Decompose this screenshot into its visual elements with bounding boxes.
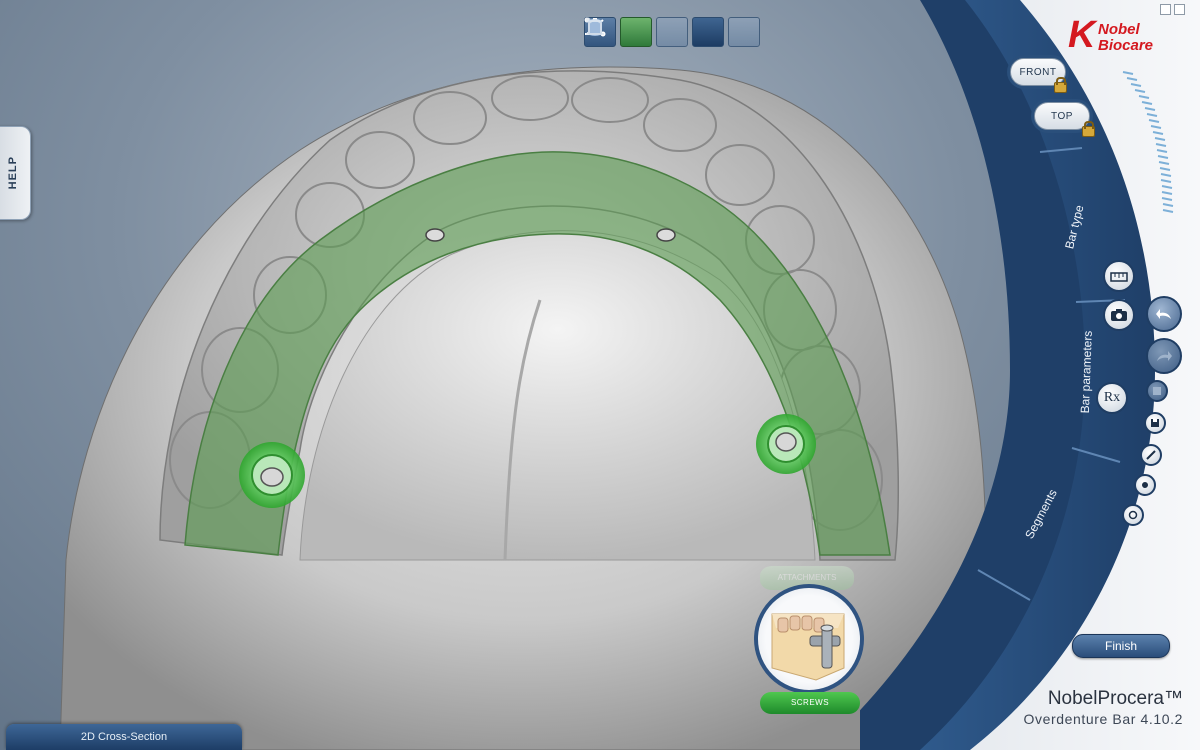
screws-option[interactable]: SCREWS (760, 692, 860, 714)
product-info: NobelProcera™ Overdenture Bar 4.10.2 (1003, 688, 1183, 728)
rotate-icon (1128, 510, 1138, 520)
camera-icon (1111, 309, 1127, 321)
dot-icon (1142, 482, 1148, 488)
disconnect-tool-button[interactable] (585, 17, 688, 47)
help-tab[interactable]: HELP (0, 126, 31, 220)
connect-tool-button[interactable] (584, 17, 652, 47)
product-version: Overdenture Bar 4.10.2 (1023, 711, 1183, 727)
clearance-icon (586, 19, 604, 35)
front-view-label: FRONT (1019, 66, 1057, 78)
front-lock-icon (1054, 77, 1067, 93)
save-button[interactable] (1144, 412, 1166, 434)
prescription-button[interactable]: Rx (1096, 382, 1128, 414)
ruler-icon (1110, 272, 1128, 282)
logo-word-1: Nobel (1098, 21, 1140, 38)
bar-screw-hole (425, 228, 445, 242)
implant-left[interactable] (239, 442, 305, 508)
finish-button[interactable]: Finish (1072, 634, 1170, 658)
screw-preview[interactable] (754, 584, 864, 694)
cross-section-tab[interactable]: 2D Cross-Section (6, 724, 242, 750)
logo-word-2: Biocare (1098, 37, 1154, 54)
screenshot-button[interactable] (1103, 299, 1135, 331)
undo-button[interactable] (1146, 296, 1182, 332)
step-bar-parameters[interactable]: Bar parameters (1078, 330, 1095, 413)
prescription-label: Rx (1103, 390, 1121, 405)
product-name: NobelProcera™ (1047, 688, 1183, 709)
view-toolbar (584, 17, 760, 47)
bar-type-ruler-button[interactable] (1103, 260, 1135, 292)
logo-mark: K (1068, 14, 1096, 56)
top-view-label: TOP (1051, 110, 1073, 122)
rotate-tool-button[interactable] (1122, 504, 1144, 526)
clearance-tool-button[interactable] (586, 17, 760, 47)
redo-icon (1157, 351, 1172, 361)
save-icon (1153, 387, 1161, 395)
component-selector: ATTACHMENTS SCREWS (752, 566, 872, 726)
pipette-icon (1146, 450, 1156, 460)
bar-screw-hole (656, 228, 676, 242)
workflow-panel: K Nobel Biocare FRONT TOP Bar type Bar p… (860, 0, 1200, 750)
pick-tool-button[interactable] (1140, 444, 1162, 466)
screw-preview-image (771, 613, 845, 681)
floppy-icon (1151, 419, 1159, 427)
top-lock-icon (1082, 121, 1095, 137)
redo-button[interactable] (1146, 338, 1182, 374)
nobel-biocare-logo: K Nobel Biocare (1068, 14, 1188, 64)
undo-icon (1156, 309, 1171, 319)
measure-tool-button[interactable] (1134, 474, 1156, 496)
cylinder-view-tool-button[interactable] (588, 17, 724, 47)
help-label: HELP (7, 156, 19, 190)
implant-right[interactable] (756, 414, 816, 474)
save-disabled-button[interactable] (1146, 380, 1168, 402)
progress-indicator (1122, 71, 1174, 213)
